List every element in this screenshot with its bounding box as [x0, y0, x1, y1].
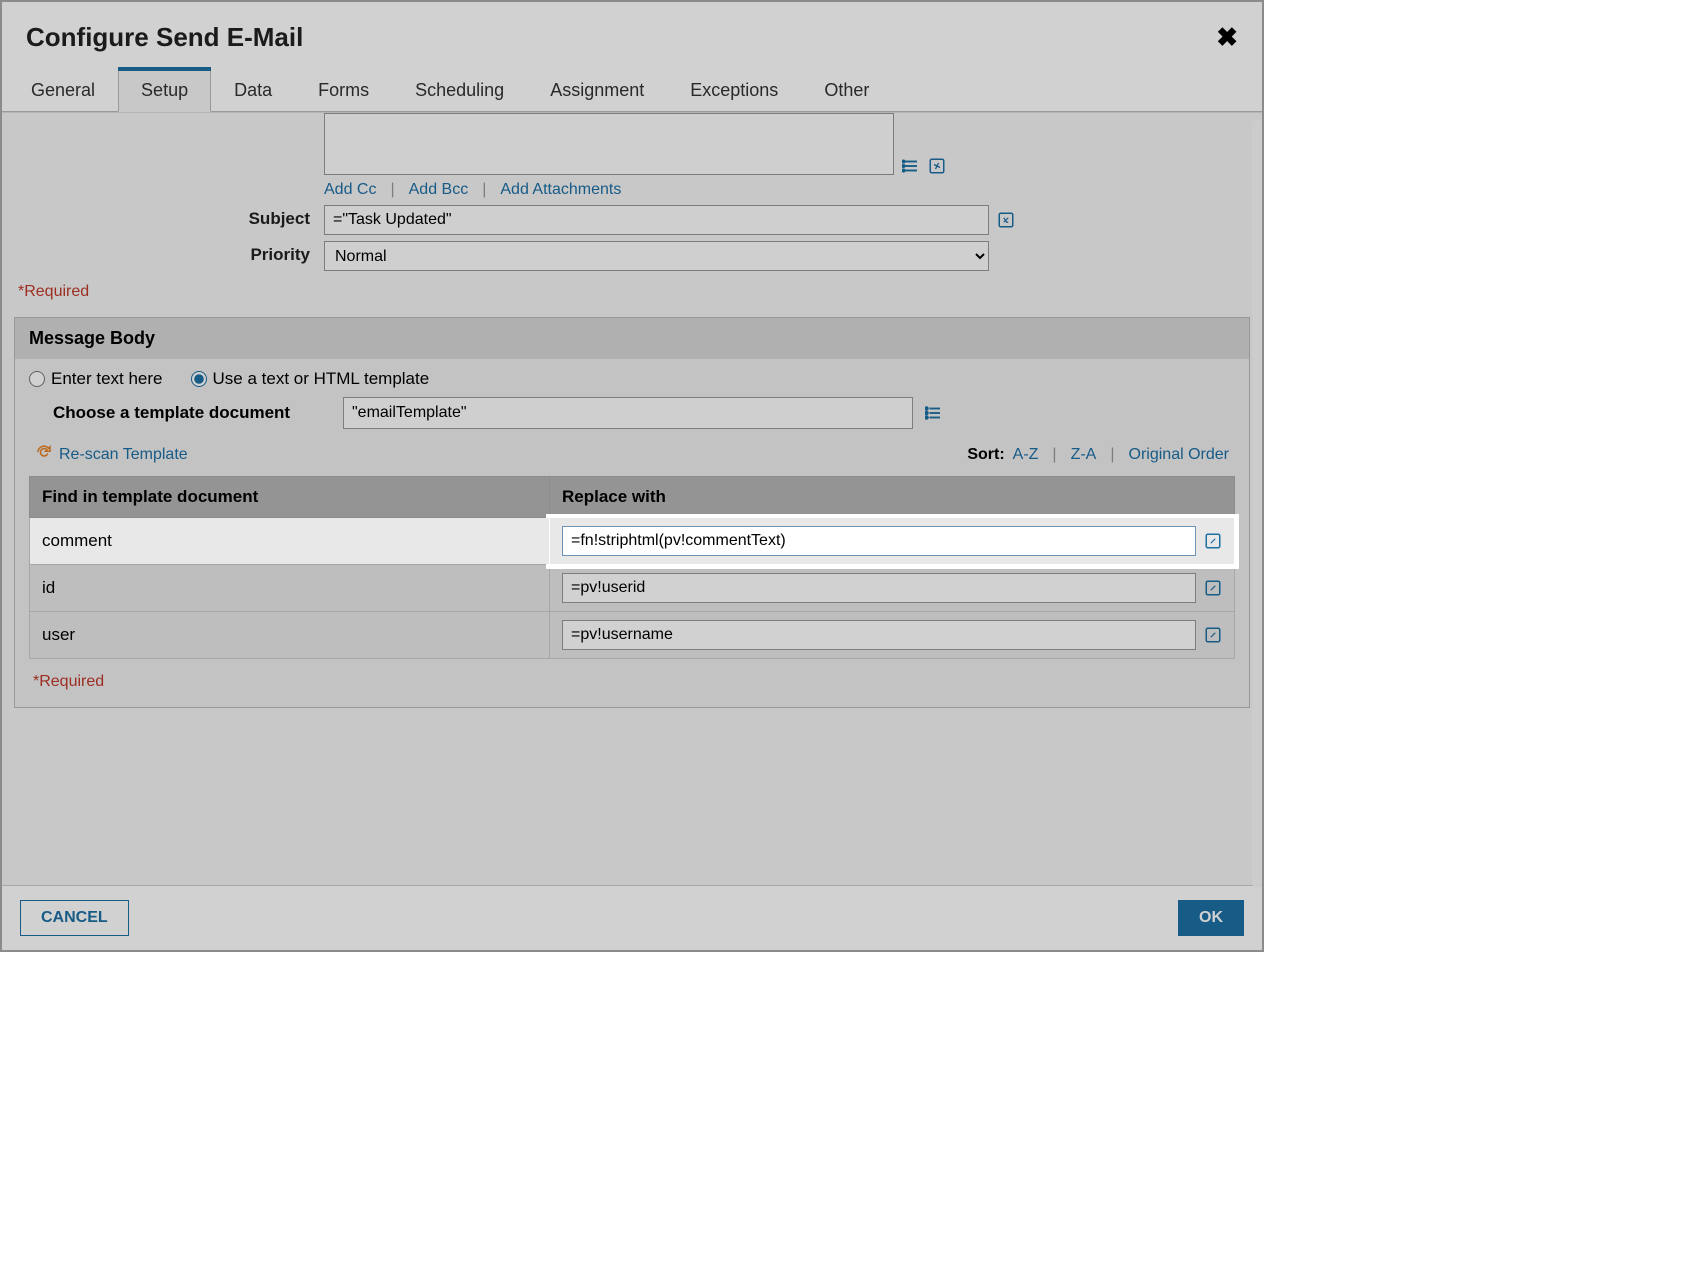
expression-editor-icon[interactable]: [1204, 626, 1222, 644]
list-picker-icon[interactable]: [902, 157, 920, 175]
sort-original[interactable]: Original Order: [1129, 446, 1229, 464]
content-area: Add Cc | Add Bcc | Add Attachments Subje…: [2, 112, 1262, 885]
expression-editor-icon[interactable]: [928, 157, 946, 175]
table-row: user: [30, 612, 1235, 659]
modal-title: Configure Send E-Mail: [26, 22, 303, 53]
message-body-section: Message Body Enter text here Use a text …: [14, 317, 1250, 708]
replace-input-id[interactable]: [562, 573, 1196, 603]
radio-use-template-label: Use a text or HTML template: [213, 369, 430, 389]
tab-general[interactable]: General: [8, 69, 118, 111]
priority-select[interactable]: Normal: [324, 241, 989, 271]
tab-forms[interactable]: Forms: [295, 69, 392, 111]
recipient-textarea[interactable]: [324, 113, 894, 175]
ok-button[interactable]: OK: [1178, 900, 1244, 936]
refresh-icon: [35, 443, 53, 466]
table-row: id: [30, 565, 1235, 612]
template-document-input[interactable]: [343, 397, 913, 429]
radio-enter-text[interactable]: Enter text here: [29, 369, 163, 389]
sort-za[interactable]: Z-A: [1071, 446, 1097, 464]
expression-editor-icon[interactable]: [1204, 532, 1222, 550]
tab-other[interactable]: Other: [801, 69, 892, 111]
sort-az[interactable]: A-Z: [1013, 446, 1039, 464]
tab-setup[interactable]: Setup: [118, 69, 211, 112]
required-note: *Required: [14, 277, 1250, 307]
list-picker-icon[interactable]: [925, 404, 943, 422]
tab-exceptions[interactable]: Exceptions: [667, 69, 801, 111]
cancel-button[interactable]: CANCEL: [20, 900, 129, 936]
add-cc-link[interactable]: Add Cc: [324, 181, 376, 199]
radio-use-template[interactable]: Use a text or HTML template: [191, 369, 430, 389]
priority-label: Priority: [14, 241, 324, 265]
expression-editor-icon[interactable]: [997, 211, 1015, 229]
radio-enter-text-input[interactable]: [29, 371, 45, 387]
col-replace: Replace with: [550, 477, 1235, 518]
add-bcc-link[interactable]: Add Bcc: [409, 181, 469, 199]
close-icon[interactable]: ✖: [1216, 22, 1238, 53]
radio-use-template-input[interactable]: [191, 371, 207, 387]
var-name: user: [30, 612, 550, 659]
replace-input-comment[interactable]: [562, 526, 1196, 556]
tab-scheduling[interactable]: Scheduling: [392, 69, 527, 111]
replace-input-user[interactable]: [562, 620, 1196, 650]
var-name: comment: [30, 518, 550, 565]
rescan-template-link[interactable]: Re-scan Template: [59, 446, 188, 464]
subject-label: Subject: [14, 205, 324, 229]
expression-editor-icon[interactable]: [1204, 579, 1222, 597]
tab-bar: General Setup Data Forms Scheduling Assi…: [2, 69, 1262, 112]
sort-label: Sort:: [967, 446, 1004, 464]
scrollbar[interactable]: [1252, 120, 1262, 888]
add-attachments-link[interactable]: Add Attachments: [500, 181, 621, 199]
required-note: *Required: [29, 667, 1235, 697]
choose-template-label: Choose a template document: [53, 403, 331, 423]
tab-data[interactable]: Data: [211, 69, 295, 111]
var-name: id: [30, 565, 550, 612]
radio-enter-text-label: Enter text here: [51, 369, 163, 389]
subject-input[interactable]: [324, 205, 989, 235]
message-body-title: Message Body: [15, 318, 1249, 359]
col-find: Find in template document: [30, 477, 550, 518]
template-variables-table: Find in template document Replace with c…: [29, 476, 1235, 659]
tab-assignment[interactable]: Assignment: [527, 69, 667, 111]
table-row: comment: [30, 518, 1235, 565]
